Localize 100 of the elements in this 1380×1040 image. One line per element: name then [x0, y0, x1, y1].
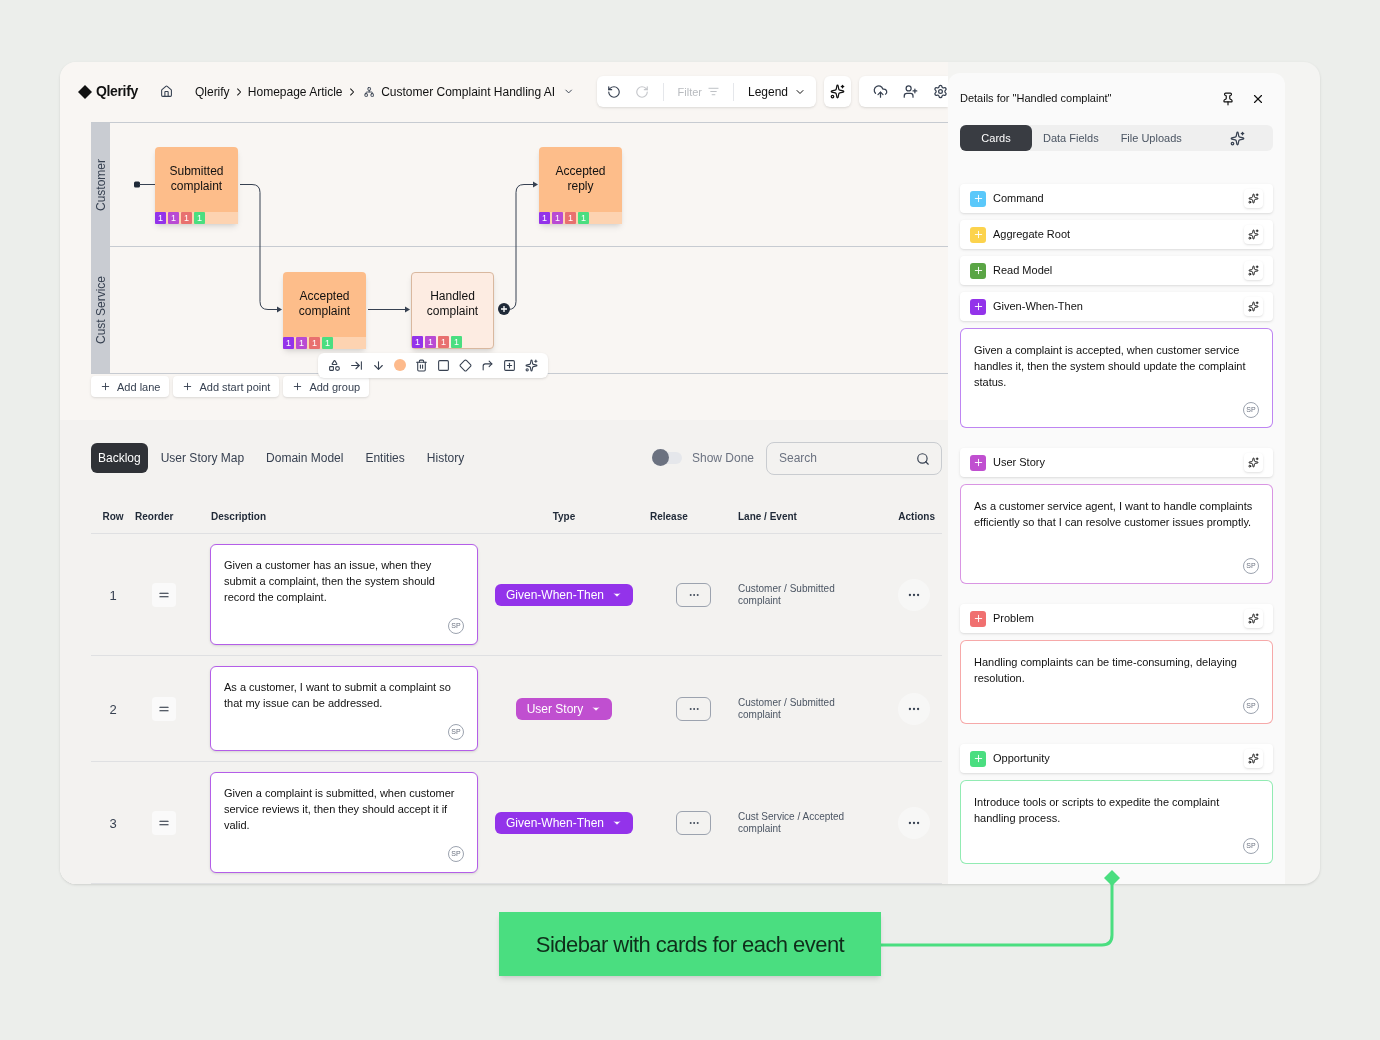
type-dropdown[interactable]: Given-When-Then	[494, 583, 633, 606]
sparkle-icon[interactable]	[525, 358, 538, 372]
search-field[interactable]: Search	[766, 441, 942, 475]
sparkle-button[interactable]	[1244, 609, 1263, 628]
count-tag: 1	[565, 211, 576, 224]
sparkle-icon	[1248, 301, 1259, 312]
cloud-upload-icon[interactable]	[873, 84, 888, 100]
add-button[interactable]: Add group	[283, 376, 370, 398]
card-type-row[interactable]: Read Model	[960, 256, 1273, 285]
description-text: Given a customer has an issue, when they submit a complaint, then the system should record the complaint.	[224, 558, 436, 605]
undo-icon[interactable]	[606, 85, 621, 99]
card-type-row[interactable]: Command	[960, 184, 1273, 213]
search-icon[interactable]	[916, 451, 930, 466]
breadcrumb-link[interactable]: Customer Complaint Handling AI	[381, 83, 556, 101]
show-done-toggle[interactable]	[651, 452, 682, 464]
card-type-row[interactable]: User Story	[960, 448, 1273, 477]
event-sticky[interactable]: Submitted complaint 1 1 1 1	[155, 146, 238, 224]
add-card-icon[interactable]	[970, 262, 986, 279]
column-header: Row	[102, 511, 124, 522]
view-tab[interactable]: User Story Map	[153, 443, 252, 473]
drag-handle[interactable]	[152, 810, 176, 835]
pin-icon[interactable]	[1221, 91, 1235, 106]
card-type-row[interactable]: Given-When-Then	[960, 292, 1273, 321]
add-card-icon[interactable]	[970, 610, 986, 627]
breadcrumb-link[interactable]: Qlerify	[194, 83, 230, 101]
panel-title: Details for "Handled complaint"	[960, 91, 1112, 107]
panel-tab[interactable]: File Uploads	[1109, 125, 1193, 151]
plus-icon	[972, 457, 984, 468]
card-type-label: Read Model	[993, 263, 1053, 279]
user-plus-icon[interactable]	[903, 84, 918, 100]
count-tag: 1	[552, 211, 563, 224]
drag-handle[interactable]	[152, 582, 176, 607]
plus-icon	[182, 381, 194, 393]
count-tag: 1	[412, 335, 423, 348]
diagram-icon	[363, 86, 375, 98]
sparkle-button[interactable]	[1244, 749, 1263, 768]
card-type-label: Command	[993, 191, 1044, 207]
filter-icon	[708, 86, 719, 98]
type-dropdown[interactable]: Given-When-Then	[494, 811, 633, 834]
logo-icon	[78, 85, 92, 99]
event-sticky[interactable]: Accepted complaint 1 1 1 1	[283, 271, 366, 349]
rectangle-icon[interactable]	[437, 358, 450, 372]
home-icon[interactable]	[159, 84, 173, 100]
event-sticky[interactable]: Handled complaint 1 1 1 1	[411, 271, 494, 349]
logo-text: Qlerify	[96, 82, 138, 102]
plus-icon	[972, 229, 984, 240]
add-card-icon[interactable]	[970, 454, 986, 471]
lane-event-text: Customer / Submitted complaint	[738, 696, 836, 721]
card-type-row[interactable]: Aggregate Root	[960, 220, 1273, 249]
view-tab[interactable]: Domain Model	[259, 443, 351, 473]
arrow-down-icon[interactable]	[372, 358, 385, 372]
view-tab[interactable]: History	[419, 443, 472, 473]
drag-handle[interactable]	[152, 696, 176, 721]
type-dropdown[interactable]: User Story	[515, 697, 613, 720]
panel-tab[interactable]: Cards	[960, 125, 1032, 151]
trash-icon[interactable]	[415, 358, 428, 372]
panel-tab[interactable]: Data Fields	[1032, 125, 1110, 151]
lane-label: Cust Service	[92, 276, 109, 345]
count-tag: 1	[181, 211, 192, 224]
sparkle-icon[interactable]	[1230, 130, 1245, 146]
card-type-label: Given-When-Then	[993, 299, 1083, 315]
view-tab[interactable]: Backlog	[91, 443, 148, 473]
card-text: Given a complaint is accepted, when customer service handles it, then the system should update the complaint status.	[974, 343, 1247, 390]
add-button[interactable]: Add start point	[173, 376, 280, 398]
plus-icon	[972, 753, 984, 764]
row-number: 2	[109, 701, 117, 717]
lane-event-text: Cust Service / Accepted complaint	[738, 810, 846, 835]
card-type-row[interactable]: Problem	[960, 604, 1273, 633]
add-box-icon[interactable]	[503, 358, 516, 372]
view-tab[interactable]: Entities	[358, 443, 412, 473]
count-tag: 1	[309, 336, 320, 349]
column-header: Reorder	[135, 511, 174, 522]
sparkle-button[interactable]	[1244, 453, 1263, 472]
add-button[interactable]: Add lane	[91, 376, 170, 398]
shapes-icon[interactable]	[328, 358, 341, 372]
add-card-icon[interactable]	[970, 298, 986, 315]
add-connection-icon[interactable]	[498, 303, 510, 316]
column-header: Actions	[898, 511, 935, 522]
card-text: As a customer service agent, I want to handle complaints efficiently so that I can resolve customer issues promptly.	[974, 499, 1254, 530]
breadcrumb-link[interactable]: Homepage Article	[247, 83, 343, 101]
card-type-row[interactable]: Opportunity	[960, 744, 1273, 773]
diamond-icon[interactable]	[459, 358, 472, 372]
sparkle-button[interactable]	[1244, 297, 1263, 316]
sparkle-button[interactable]	[1244, 189, 1263, 208]
sparkle-icon[interactable]	[830, 84, 845, 100]
sparkle-icon	[1248, 753, 1259, 764]
event-sticky[interactable]: Accepted reply 1 1 1 1	[539, 146, 622, 224]
card-type-label: Aggregate Root	[993, 227, 1071, 243]
sparkle-button[interactable]	[1244, 225, 1263, 244]
column-header: Lane / Event	[738, 511, 797, 522]
arrow-to-line-icon[interactable]	[350, 358, 363, 372]
turn-arrow-icon[interactable]	[481, 358, 494, 372]
legend-dropdown[interactable]: Legend	[748, 83, 807, 101]
event-title: Accepted reply	[554, 163, 607, 196]
event-title: Accepted complaint	[297, 288, 352, 321]
sparkle-icon	[1248, 229, 1259, 240]
sparkle-button[interactable]	[1244, 261, 1263, 280]
plus-icon	[972, 193, 984, 204]
plus-icon	[972, 265, 984, 276]
settings-icon[interactable]	[933, 84, 948, 100]
